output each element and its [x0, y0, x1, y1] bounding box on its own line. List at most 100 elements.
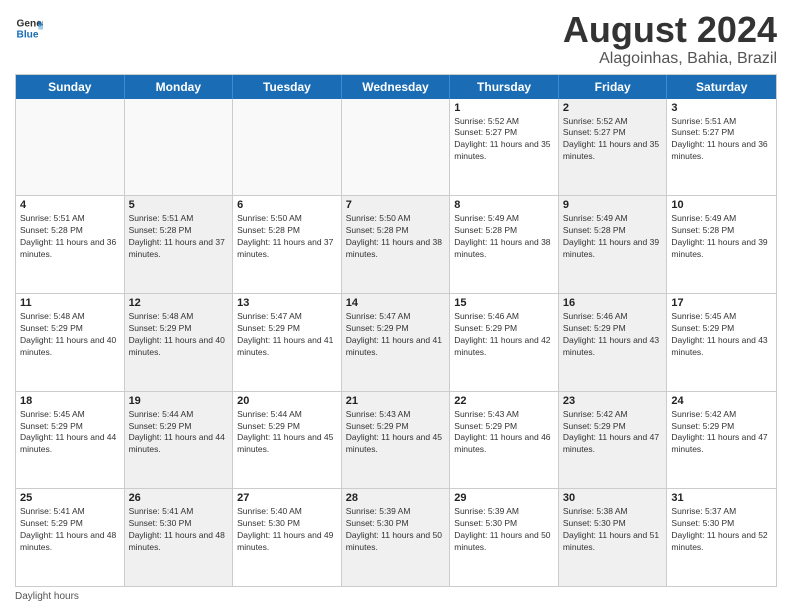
calendar-cell: 31 Sunrise: 5:37 AM Sunset: 5:30 PM Dayli…	[667, 489, 776, 586]
calendar-cell: 17 Sunrise: 5:45 AM Sunset: 5:29 PM Dayli…	[667, 294, 776, 391]
calendar-cell	[125, 99, 234, 196]
cell-info: Sunrise: 5:51 AM Sunset: 5:28 PM Dayligh…	[20, 213, 120, 261]
day-number: 25	[20, 492, 120, 504]
calendar-week: 4 Sunrise: 5:51 AM Sunset: 5:28 PM Daylig…	[16, 196, 776, 294]
cell-info: Sunrise: 5:43 AM Sunset: 5:29 PM Dayligh…	[346, 409, 446, 457]
calendar-cell: 21 Sunrise: 5:43 AM Sunset: 5:29 PM Dayli…	[342, 392, 451, 489]
day-number: 14	[346, 297, 446, 309]
calendar-cell: 10 Sunrise: 5:49 AM Sunset: 5:28 PM Dayli…	[667, 196, 776, 293]
calendar-cell: 2 Sunrise: 5:52 AM Sunset: 5:27 PM Daylig…	[559, 99, 668, 196]
weekday-header: Tuesday	[233, 75, 342, 99]
cell-info: Sunrise: 5:52 AM Sunset: 5:27 PM Dayligh…	[563, 116, 663, 164]
calendar-cell	[342, 99, 451, 196]
calendar-cell: 29Sunrise: 5:39 AM Sunset: 5:30 PM Dayli…	[450, 489, 559, 586]
calendar-cell	[233, 99, 342, 196]
calendar-cell: 3Sunrise: 5:51 AM Sunset: 5:27 PM Daylig…	[667, 99, 776, 196]
cell-info: Sunrise: 5:49 AM Sunset: 5:28 PM Dayligh…	[454, 213, 554, 261]
footer-note: Daylight hours	[15, 591, 777, 602]
day-number: 13	[237, 297, 337, 309]
weekday-header: Monday	[125, 75, 234, 99]
cell-info: Sunrise: 5:44 AM Sunset: 5:29 PM Dayligh…	[129, 409, 229, 457]
day-number: 4	[20, 199, 120, 211]
cell-info: Sunrise: 5:46 AM Sunset: 5:29 PM Dayligh…	[563, 311, 663, 359]
calendar-cell: 20 Sunrise: 5:44 AM Sunset: 5:29 PM Dayli…	[233, 392, 342, 489]
calendar-cell: 23 Sunrise: 5:42 AM Sunset: 5:29 PM Dayli…	[559, 392, 668, 489]
calendar-body: 1 Sunrise: 5:52 AM Sunset: 5:27 PM Daylig…	[16, 99, 776, 586]
cell-info: Sunrise: 5:39 AM Sunset: 5:30 PM Dayligh…	[346, 506, 446, 554]
calendar-cell: 8 Sunrise: 5:49 AM Sunset: 5:28 PM Daylig…	[450, 196, 559, 293]
cell-info: Sunrise: 5:41 AM Sunset: 5:29 PM Dayligh…	[20, 506, 120, 554]
calendar-header-row: SundayMondayTuesdayWednesdayThursdayFrid…	[16, 75, 776, 99]
day-number: 30	[563, 492, 663, 504]
day-number: 6	[237, 199, 337, 211]
calendar-cell: 4 Sunrise: 5:51 AM Sunset: 5:28 PM Daylig…	[16, 196, 125, 293]
day-number: 2	[563, 102, 663, 114]
cell-info: Sunrise: 5:47 AM Sunset: 5:29 PM Dayligh…	[237, 311, 337, 359]
day-number: 29	[454, 492, 554, 504]
day-number: 16	[563, 297, 663, 309]
logo: General Blue	[15, 14, 43, 42]
calendar-cell: 5 Sunrise: 5:51 AM Sunset: 5:28 PM Daylig…	[125, 196, 234, 293]
cell-info: Sunrise: 5:40 AM Sunset: 5:30 PM Dayligh…	[237, 506, 337, 554]
calendar-cell: 26 Sunrise: 5:41 AM Sunset: 5:30 PM Dayli…	[125, 489, 234, 586]
calendar-week: 18Sunrise: 5:45 AM Sunset: 5:29 PM Dayli…	[16, 392, 776, 490]
calendar-cell: 27Sunrise: 5:40 AM Sunset: 5:30 PM Dayli…	[233, 489, 342, 586]
day-number: 10	[671, 199, 772, 211]
cell-info: Sunrise: 5:44 AM Sunset: 5:29 PM Dayligh…	[237, 409, 337, 457]
day-number: 1	[454, 102, 554, 114]
day-number: 7	[346, 199, 446, 211]
weekday-header: Friday	[559, 75, 668, 99]
cell-info: Sunrise: 5:52 AM Sunset: 5:27 PM Dayligh…	[454, 116, 554, 164]
calendar-cell: 11Sunrise: 5:48 AM Sunset: 5:29 PM Dayli…	[16, 294, 125, 391]
day-number: 26	[129, 492, 229, 504]
calendar-cell: 16 Sunrise: 5:46 AM Sunset: 5:29 PM Dayli…	[559, 294, 668, 391]
day-number: 24	[671, 395, 772, 407]
calendar-week: 25 Sunrise: 5:41 AM Sunset: 5:29 PM Dayli…	[16, 489, 776, 586]
calendar-cell: 30 Sunrise: 5:38 AM Sunset: 5:30 PM Dayli…	[559, 489, 668, 586]
cell-info: Sunrise: 5:49 AM Sunset: 5:28 PM Dayligh…	[563, 213, 663, 261]
calendar-cell	[16, 99, 125, 196]
cell-info: Sunrise: 5:51 AM Sunset: 5:28 PM Dayligh…	[129, 213, 229, 261]
day-number: 15	[454, 297, 554, 309]
cell-info: Sunrise: 5:41 AM Sunset: 5:30 PM Dayligh…	[129, 506, 229, 554]
day-number: 28	[346, 492, 446, 504]
calendar-cell: 9Sunrise: 5:49 AM Sunset: 5:28 PM Daylig…	[559, 196, 668, 293]
day-number: 8	[454, 199, 554, 211]
day-number: 5	[129, 199, 229, 211]
cell-info: Sunrise: 5:50 AM Sunset: 5:28 PM Dayligh…	[346, 213, 446, 261]
calendar-week: 1 Sunrise: 5:52 AM Sunset: 5:27 PM Daylig…	[16, 99, 776, 197]
calendar-cell: 12Sunrise: 5:48 AM Sunset: 5:29 PM Dayli…	[125, 294, 234, 391]
calendar: SundayMondayTuesdayWednesdayThursdayFrid…	[15, 74, 777, 587]
day-number: 21	[346, 395, 446, 407]
calendar-cell: 18Sunrise: 5:45 AM Sunset: 5:29 PM Dayli…	[16, 392, 125, 489]
main-title: August 2024	[563, 10, 777, 50]
cell-info: Sunrise: 5:42 AM Sunset: 5:29 PM Dayligh…	[563, 409, 663, 457]
day-number: 23	[563, 395, 663, 407]
cell-info: Sunrise: 5:48 AM Sunset: 5:29 PM Dayligh…	[129, 311, 229, 359]
day-number: 17	[671, 297, 772, 309]
day-number: 18	[20, 395, 120, 407]
cell-info: Sunrise: 5:43 AM Sunset: 5:29 PM Dayligh…	[454, 409, 554, 457]
page: General Blue August 2024 Alagoinhas, Bah…	[0, 0, 792, 612]
cell-info: Sunrise: 5:51 AM Sunset: 5:27 PM Dayligh…	[671, 116, 772, 164]
day-number: 31	[671, 492, 772, 504]
calendar-cell: 6 Sunrise: 5:50 AM Sunset: 5:28 PM Daylig…	[233, 196, 342, 293]
logo-icon: General Blue	[15, 14, 43, 42]
calendar-cell: 15 Sunrise: 5:46 AM Sunset: 5:29 PM Dayli…	[450, 294, 559, 391]
title-block: August 2024 Alagoinhas, Bahia, Brazil	[563, 10, 777, 68]
cell-info: Sunrise: 5:49 AM Sunset: 5:28 PM Dayligh…	[671, 213, 772, 261]
calendar-cell: 14Sunrise: 5:47 AM Sunset: 5:29 PM Dayli…	[342, 294, 451, 391]
svg-text:Blue: Blue	[17, 29, 39, 40]
weekday-header: Sunday	[16, 75, 125, 99]
cell-info: Sunrise: 5:50 AM Sunset: 5:28 PM Dayligh…	[237, 213, 337, 261]
calendar-cell: 1 Sunrise: 5:52 AM Sunset: 5:27 PM Daylig…	[450, 99, 559, 196]
cell-info: Sunrise: 5:38 AM Sunset: 5:30 PM Dayligh…	[563, 506, 663, 554]
cell-info: Sunrise: 5:46 AM Sunset: 5:29 PM Dayligh…	[454, 311, 554, 359]
calendar-week: 11 Sunrise: 5:48 AM Sunset: 5:29 PM Dayli…	[16, 294, 776, 392]
weekday-header: Thursday	[450, 75, 559, 99]
cell-info: Sunrise: 5:45 AM Sunset: 5:29 PM Dayligh…	[671, 311, 772, 359]
cell-info: Sunrise: 5:42 AM Sunset: 5:29 PM Dayligh…	[671, 409, 772, 457]
day-number: 11	[20, 297, 120, 309]
day-number: 20	[237, 395, 337, 407]
cell-info: Sunrise: 5:37 AM Sunset: 5:30 PM Dayligh…	[671, 506, 772, 554]
